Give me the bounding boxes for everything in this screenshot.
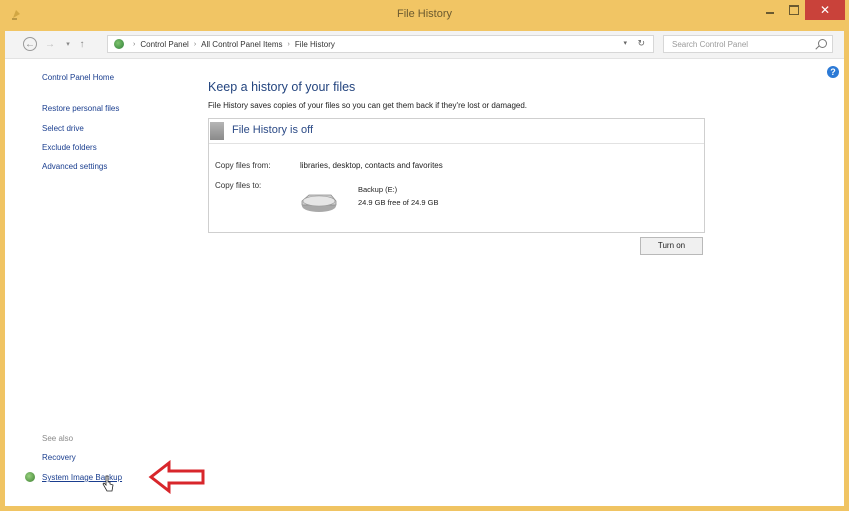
file-history-window: File History ✕ ← → ▾ ↑ › Control Panel ›… <box>0 0 849 511</box>
breadcrumb-file-history[interactable]: File History <box>295 40 335 49</box>
system-image-icon <box>25 472 35 482</box>
refresh-icon[interactable]: ↻ <box>637 38 645 49</box>
sidebar-item-advanced-settings[interactable]: Advanced settings <box>42 162 107 171</box>
help-icon[interactable]: ? <box>827 66 839 78</box>
maximize-icon <box>789 5 799 15</box>
status-title: File History is off <box>232 124 314 136</box>
status-header: File History is off <box>209 119 704 144</box>
minimize-button[interactable] <box>758 0 782 20</box>
sidebar-item-control-panel-home[interactable]: Control Panel Home <box>42 73 114 82</box>
cursor-icon <box>102 475 114 492</box>
address-bar[interactable]: › Control Panel › All Control Panel Item… <box>107 35 654 53</box>
back-icon[interactable]: ← <box>23 37 37 51</box>
status-bar-icon <box>210 122 224 140</box>
search-icon[interactable] <box>818 39 827 48</box>
breadcrumb-control-panel[interactable]: Control Panel <box>140 40 188 49</box>
see-also-heading: See also <box>42 434 74 443</box>
window-title: File History <box>396 8 452 20</box>
search-placeholder: Search Control Panel <box>672 40 749 49</box>
drive-name: Backup (E:) <box>358 185 398 194</box>
close-icon: ✕ <box>819 3 831 17</box>
navigation-bar: ← → ▾ ↑ › Control Panel › All Control Pa… <box>5 31 844 59</box>
copy-from-label: Copy files from: <box>215 161 271 170</box>
maximize-button[interactable] <box>782 0 806 20</box>
forward-icon[interactable]: → <box>43 37 57 51</box>
breadcrumb-all-items[interactable]: All Control Panel Items <box>201 40 282 49</box>
search-box[interactable]: Search Control Panel <box>663 35 833 53</box>
copy-to-label: Copy files to: <box>215 181 262 190</box>
red-arrow-icon <box>148 460 205 494</box>
sidebar-item-recovery[interactable]: Recovery <box>42 453 76 462</box>
address-dropdown-icon[interactable]: ▾ <box>623 39 627 47</box>
sidebar-item-restore-personal-files[interactable]: Restore personal files <box>42 104 119 113</box>
breadcrumb-separator: › <box>287 40 290 48</box>
sidebar-item-exclude-folders[interactable]: Exclude folders <box>42 143 97 152</box>
title-bar[interactable]: File History ✕ <box>0 0 849 31</box>
breadcrumb-separator: › <box>193 40 197 48</box>
drive-icon <box>301 194 337 212</box>
recent-locations-icon[interactable]: ▾ <box>61 37 75 51</box>
page-title: Keep a history of your files <box>208 80 356 94</box>
minimize-icon <box>766 12 774 14</box>
up-icon[interactable]: ↑ <box>75 37 89 51</box>
sidebar-item-select-drive[interactable]: Select drive <box>42 124 84 133</box>
copy-from-value: libraries, desktop, contacts and favorit… <box>300 161 443 170</box>
turn-on-button[interactable]: Turn on <box>640 237 703 255</box>
status-panel: File History is off Copy files from: lib… <box>208 118 705 233</box>
close-button[interactable]: ✕ <box>805 0 845 20</box>
control-panel-icon <box>114 39 124 49</box>
page-description: File History saves copies of your files … <box>208 101 528 110</box>
breadcrumb-separator: › <box>133 40 136 48</box>
drive-free-space: 24.9 GB free of 24.9 GB <box>358 198 439 207</box>
